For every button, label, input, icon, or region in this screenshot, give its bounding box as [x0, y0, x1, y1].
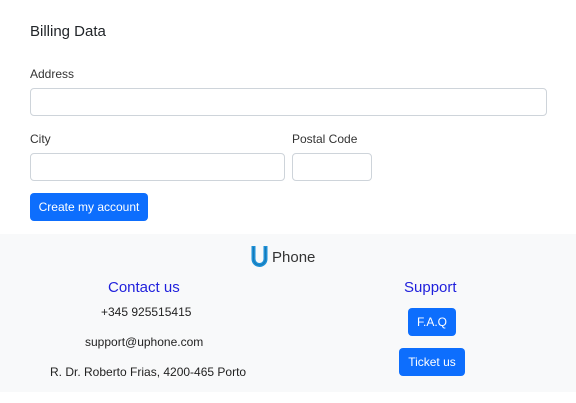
footer: Phone Contact us +345 925515415 support@… [0, 234, 576, 392]
brand-name: Phone [272, 248, 316, 266]
faq-button[interactable]: F.A.Q [408, 308, 456, 336]
billing-form: Billing Data Address City Postal Code Cr… [0, 0, 576, 234]
ticket-us-button[interactable]: Ticket us [399, 348, 465, 376]
city-label: City [30, 132, 51, 146]
u-logo-icon [251, 246, 268, 267]
contact-address: R. Dr. Roberto Frias, 4200-465 Porto [50, 365, 247, 379]
contact-email[interactable]: support@uphone.com [85, 335, 203, 349]
contact-phone: +345 925515415 [101, 305, 192, 319]
create-account-button[interactable]: Create my account [30, 193, 148, 221]
address-label: Address [30, 67, 75, 81]
postal-code-input[interactable] [292, 153, 372, 181]
postal-code-label: Postal Code [292, 132, 358, 146]
section-title: Billing Data [30, 23, 106, 40]
address-input[interactable] [30, 88, 547, 116]
city-input[interactable] [30, 153, 285, 181]
brand-logo[interactable]: Phone [251, 246, 315, 268]
support-title: Support [404, 279, 457, 296]
contact-title: Contact us [108, 279, 180, 296]
